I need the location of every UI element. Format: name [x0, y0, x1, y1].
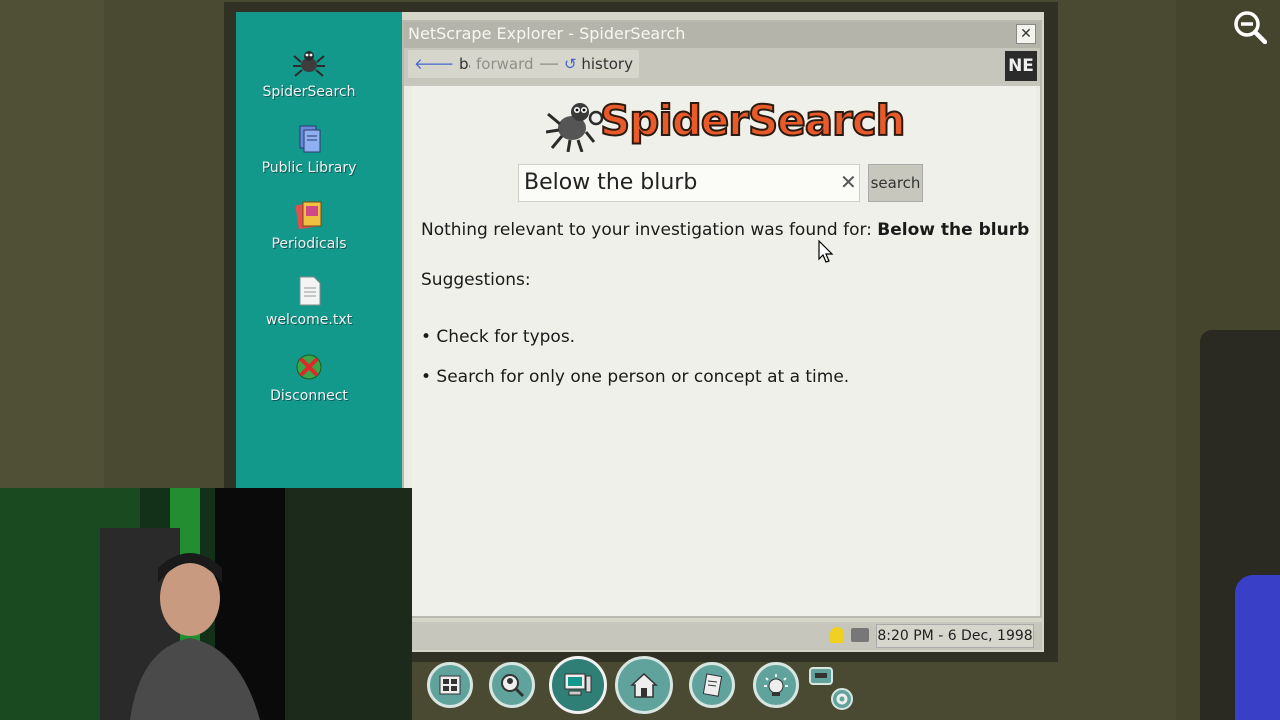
- desktop-icon-label: Disconnect: [270, 388, 348, 404]
- evidence-board-icon: [439, 675, 461, 695]
- desktop-icon-spidersearch[interactable]: SpiderSearch: [246, 46, 372, 100]
- browser-brand-badge: NE: [1005, 51, 1037, 81]
- spidersearch-logo: SpiderSearch: [599, 95, 907, 146]
- history-button[interactable]: ↺ history: [558, 50, 639, 78]
- dock-notebook-button[interactable]: [689, 662, 735, 708]
- system-clock: 8:20 PM - 6 Dec, 1998: [876, 624, 1034, 648]
- desktop-icon-public-library[interactable]: Public Library: [246, 122, 372, 176]
- mouse-cursor-icon: [818, 240, 834, 263]
- dock-home-button[interactable]: [615, 656, 673, 714]
- text-file-icon: [299, 276, 321, 306]
- suggestions-heading: Suggestions:: [421, 270, 531, 290]
- no-results-text: Nothing relevant to your investigation w…: [421, 220, 872, 240]
- suggestion-item: • Search for only one person or concept …: [421, 367, 850, 387]
- dock-search-person-button[interactable]: [489, 662, 535, 708]
- close-button[interactable]: ✕: [1016, 24, 1036, 44]
- magazine-icon: [295, 201, 322, 230]
- notebook-icon: [702, 673, 723, 697]
- clear-search-icon[interactable]: ✕: [840, 170, 857, 194]
- dock-idea-button[interactable]: [753, 662, 799, 708]
- browser-title: NetScrape Explorer - SpiderSearch: [408, 24, 686, 43]
- lightbulb-icon: [764, 674, 788, 696]
- history-icon: ↺: [564, 55, 577, 73]
- streamer-webcam-image: [0, 488, 412, 720]
- spider-logo-icon: [546, 103, 604, 152]
- home-icon: [630, 672, 658, 698]
- settings-icon[interactable]: [808, 664, 858, 714]
- desktop-icon-label: SpiderSearch: [262, 84, 356, 100]
- desktop-icon-label: Public Library: [261, 160, 357, 176]
- no-results-query: Below the blurb: [877, 220, 1030, 240]
- no-results-message: Nothing relevant to your investigation w…: [421, 220, 1029, 240]
- network-icon: [851, 628, 869, 642]
- computer-icon: [564, 673, 592, 696]
- zoom-out-icon[interactable]: [1233, 10, 1267, 44]
- search-input-value: Below the blurb: [524, 170, 698, 195]
- dock-evidence-board-button[interactable]: [427, 662, 473, 708]
- suggestion-item: • Check for typos.: [421, 327, 576, 347]
- disconnect-icon: [296, 354, 322, 380]
- search-button[interactable]: search: [868, 164, 923, 202]
- room-chair: [1235, 575, 1280, 720]
- spider-icon: [293, 51, 325, 77]
- arrow-left-icon: 🡐: [414, 55, 455, 73]
- desktop-icon-label: Periodicals: [271, 236, 347, 252]
- webcam-overlay: [0, 488, 412, 720]
- books-icon: [299, 125, 321, 153]
- desktop-icon-welcome-txt[interactable]: welcome.txt: [246, 274, 372, 328]
- desktop-icon-label: welcome.txt: [265, 312, 353, 328]
- history-label: history: [581, 55, 633, 73]
- bell-icon[interactable]: [830, 627, 844, 643]
- dock-computer-button[interactable]: [549, 656, 607, 714]
- desktop-icon-periodicals[interactable]: Periodicals: [246, 198, 372, 252]
- forward-label: forward: [476, 55, 534, 73]
- search-person-icon: [501, 674, 525, 698]
- desktop-icon-disconnect[interactable]: Disconnect: [246, 350, 372, 404]
